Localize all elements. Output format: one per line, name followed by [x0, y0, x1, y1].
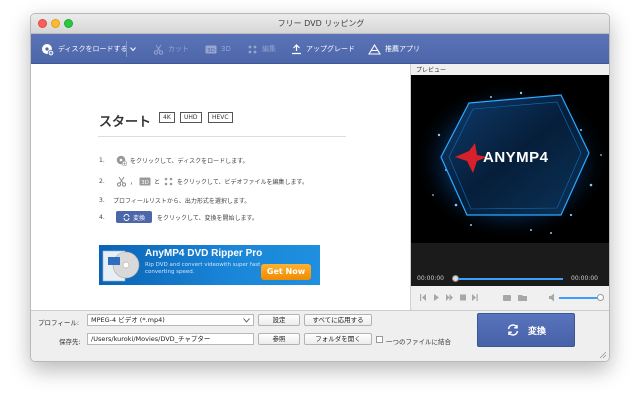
browse-button[interactable]: 参照 [258, 333, 300, 345]
convert-icon [123, 213, 130, 221]
effect-icon [248, 45, 257, 53]
upgrade-button[interactable]: アップグレード [291, 34, 355, 64]
preview-label: プレビュー [416, 67, 447, 74]
edit-button[interactable]: 編集 [247, 34, 276, 64]
disc-add-icon [42, 43, 54, 56]
chevron-down-icon [130, 47, 136, 52]
dvd-box-icon [102, 250, 140, 282]
upgrade-label: アップグレード [306, 45, 355, 53]
profile-value: MPEG-4 ビデオ (*.mp4) [91, 316, 165, 324]
volume-handle[interactable] [597, 294, 604, 301]
destination-input[interactable]: /Users/kuroki/Movies/DVD_チャプター [87, 333, 254, 345]
upload-icon [292, 43, 301, 54]
get-now-button[interactable]: Get Now [261, 264, 311, 280]
folder-icon [518, 295, 527, 301]
app-window: フリー DVD リッピング ディスクをロードする カット 3D 3D 編集 アッ… [30, 13, 610, 362]
3d-icon: 3D [139, 177, 151, 185]
format-badge-uhd: UHD [180, 112, 202, 123]
stop-icon [460, 294, 466, 301]
cut-label: カット [168, 45, 189, 53]
merge-checkbox[interactable] [376, 336, 383, 343]
fast-forward-icon [446, 294, 453, 301]
load-disc-label: ディスクをロードする [58, 45, 128, 53]
open-folder-button[interactable]: フォルダを開く [304, 333, 372, 345]
resize-grip-icon[interactable] [599, 351, 607, 359]
start-title: スタート [99, 114, 152, 129]
progress-track[interactable] [455, 278, 563, 280]
snapshot-icon [503, 295, 511, 301]
toolbar-separator [126, 41, 127, 57]
convert-label: 変換 [527, 326, 546, 337]
settings-button[interactable]: 設定 [258, 314, 300, 326]
volume-slider[interactable] [559, 297, 601, 299]
brand-text: ANYMP4 [483, 149, 549, 166]
3d-button[interactable]: 3D 3D [205, 34, 231, 64]
progress-handle[interactable] [452, 275, 459, 282]
playback-controls [411, 286, 609, 310]
step-3: 3. プロフィールリストから、出力形式を選択します。 [99, 196, 251, 205]
step-1: 1. をクリックして、ディスクをロードします。 [99, 155, 249, 166]
format-badge-hevc: HEVC [208, 112, 233, 123]
profile-select[interactable]: MPEG-4 ビデオ (*.mp4) [87, 314, 254, 326]
step-2: 2. ， 3D と をクリックして、ビデオファイルを編集します。 [99, 176, 308, 187]
svg-text:3D: 3D [207, 47, 215, 53]
upgrade-banner[interactable]: AnyMP4 DVD Ripper Pro Rip DVD and conver… [99, 245, 320, 285]
step-4: 4. 変換 をクリックして、変換を開始します。 [99, 211, 258, 223]
apps-icon [368, 43, 381, 55]
play-icon [434, 294, 439, 301]
scissors-icon [116, 176, 127, 187]
preview-panel: プレビュー ANYMP4 00:00:00 00:00:00 [410, 64, 609, 310]
apply-all-button[interactable]: すべてに応用する [304, 314, 372, 326]
current-time: 00:00:00 [417, 275, 444, 282]
destination-label: 保存先: [59, 338, 81, 346]
scissors-icon [153, 44, 164, 55]
3d-icon: 3D [205, 45, 217, 53]
load-disc-button[interactable]: ディスクをロードする [41, 34, 128, 64]
convert-button[interactable]: 変換 [477, 313, 575, 347]
edit-label: 編集 [262, 45, 276, 53]
skip-back-icon [420, 294, 426, 301]
3d-label: 3D [221, 45, 231, 53]
load-disc-dropdown[interactable] [130, 34, 140, 64]
volume-icon [549, 293, 554, 302]
profile-label: プロフィール: [38, 319, 80, 327]
title-bar: フリー DVD リッピング [31, 14, 609, 34]
chevron-down-icon [243, 318, 250, 323]
format-badge-4k: 4K [159, 112, 175, 123]
total-time: 00:00:00 [571, 275, 598, 282]
cut-button[interactable]: カット [153, 34, 189, 64]
recommended-apps-button[interactable]: 推薦アプリ [368, 34, 420, 64]
convert-hint-badge: 変換 [116, 211, 153, 223]
effect-icon [164, 177, 173, 185]
skip-forward-icon [472, 294, 478, 301]
toolbar: ディスクをロードする カット 3D 3D 編集 アップグレード 推薦アプリ [31, 34, 609, 64]
divider [98, 136, 346, 137]
disc-add-icon [116, 155, 127, 166]
banner-subtitle: Rip DVD and convert videowith super fast… [145, 262, 261, 275]
merge-label: 一つのファイルに結合 [386, 338, 451, 346]
convert-icon [507, 324, 519, 336]
window-title: フリー DVD リッピング [277, 19, 365, 28]
svg-text:3D: 3D [141, 179, 149, 185]
banner-title: AnyMP4 DVD Ripper Pro [145, 248, 263, 259]
video-screen: ANYMP4 [411, 75, 609, 243]
recommended-apps-label: 推薦アプリ [385, 45, 420, 53]
